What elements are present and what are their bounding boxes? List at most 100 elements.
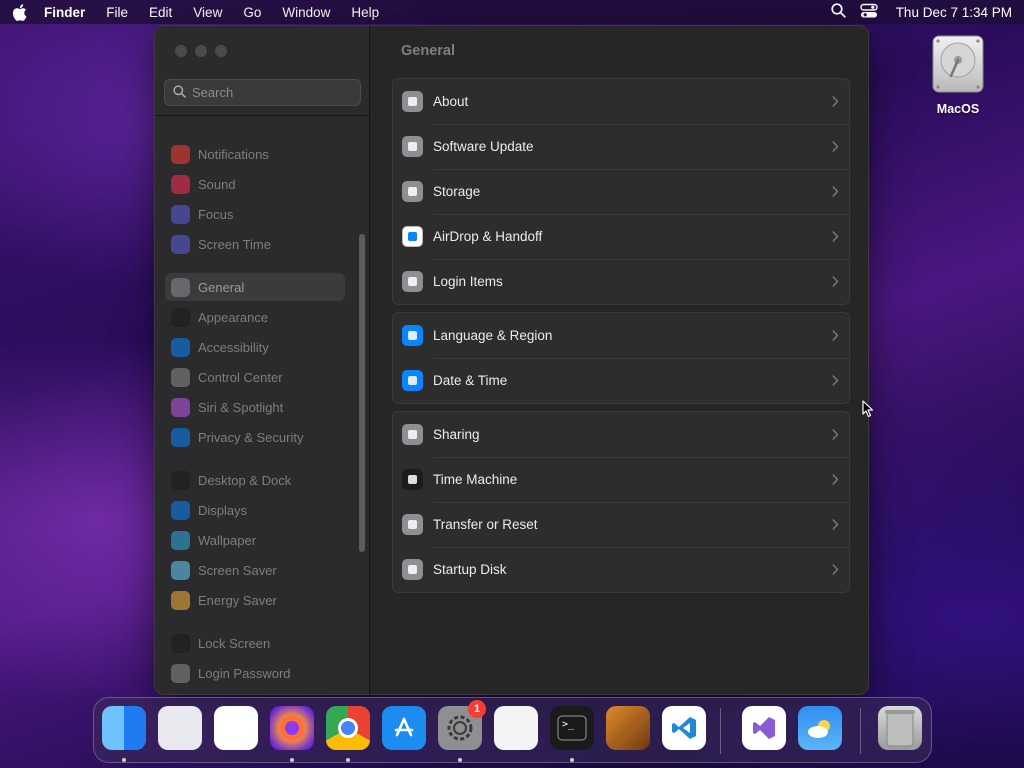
menu-file[interactable]: File	[106, 5, 128, 20]
sidebar-item-label: Siri & Spotlight	[198, 399, 284, 415]
sidebar-search-field[interactable]: Search	[164, 79, 361, 106]
lock-icon	[171, 633, 190, 653]
dock-separator	[720, 708, 721, 754]
chevron-right-icon	[832, 140, 839, 155]
notification-badge: 1	[468, 700, 486, 718]
system-settings-icon[interactable]: 1	[438, 700, 486, 750]
sidebar-item-lock-screen[interactable]: Lock Screen	[165, 629, 345, 657]
sharing-icon	[402, 424, 423, 445]
chevron-right-icon	[832, 374, 839, 389]
apple-menu-icon[interactable]	[12, 3, 30, 21]
sidebar-item-privacy-and-security[interactable]: Privacy & Security	[165, 423, 345, 451]
sidebar-item-sound[interactable]: Sound	[165, 170, 345, 198]
settings-row-language-and-region[interactable]: Language & Region	[393, 313, 849, 358]
menu-view[interactable]: View	[193, 5, 222, 20]
launchpad-icon[interactable]	[158, 706, 202, 750]
settings-row-transfer-or-reset[interactable]: Transfer or Reset	[393, 502, 849, 547]
desktop-disk-label: MacOS	[936, 102, 980, 116]
sidebar-item-login-password[interactable]: Login Password	[165, 659, 345, 687]
sidebar-item-notifications[interactable]: Notifications	[165, 140, 345, 168]
settings-row-sharing[interactable]: Sharing	[393, 412, 849, 457]
sidebar-item-label: Accessibility	[198, 339, 269, 355]
menu-edit[interactable]: Edit	[149, 5, 172, 20]
sidebar-item-screen-saver[interactable]: Screen Saver	[165, 556, 345, 584]
sidebar-item-energy-saver[interactable]: Energy Saver	[165, 586, 345, 614]
lightbulb-icon	[171, 590, 190, 610]
startup-disk-icon-glyph	[408, 565, 417, 574]
desktop-disk[interactable]: MacOS	[926, 34, 990, 116]
settings-group: About Software Update Storage AirDrop & Han…	[392, 78, 850, 305]
running-indicator	[570, 758, 574, 762]
control-center-icon	[171, 367, 190, 387]
menubar-clock[interactable]: Thu Dec 7 1:34 PM	[896, 5, 1012, 20]
sidebar-item-label: Screen Time	[198, 236, 271, 252]
sidebar-item-desktop-and-dock[interactable]: Desktop & Dock	[165, 466, 345, 494]
spotlight-search-icon[interactable]	[831, 3, 846, 21]
chrome-icon[interactable]	[326, 706, 370, 750]
settings-row-software-update[interactable]: Software Update	[393, 124, 849, 169]
sidebar-item-siri-and-spotlight[interactable]: Siri & Spotlight	[165, 393, 345, 421]
sidebar-item-displays[interactable]: Displays	[165, 496, 345, 524]
sidebar-item-label: Control Center	[198, 369, 283, 385]
settings-row-label: Sharing	[433, 427, 480, 442]
sidebar-item-focus[interactable]: Focus	[165, 200, 345, 228]
sidebar-item-accessibility[interactable]: Accessibility	[165, 333, 345, 361]
system-settings-window: Search Notifications Sound Focus Screen Tim…	[154, 25, 869, 695]
sidebar-item-screen-time[interactable]: Screen Time	[165, 230, 345, 258]
settings-row-startup-disk[interactable]: Startup Disk	[393, 547, 849, 592]
gear-badge-icon-glyph	[408, 142, 417, 151]
menu-go[interactable]: Go	[243, 5, 261, 20]
finder-icon[interactable]	[102, 706, 146, 750]
startup-disk-icon	[402, 559, 423, 580]
globe-icon-glyph	[408, 331, 417, 340]
sidebar-item-label: General	[198, 279, 245, 295]
app-store-icon[interactable]	[382, 706, 426, 750]
minimize-window-button[interactable]	[195, 45, 207, 57]
screensaver-icon	[171, 560, 190, 580]
settings-row-airdrop-and-handoff[interactable]: AirDrop & Handoff	[393, 214, 849, 259]
reset-icon	[402, 514, 423, 535]
sidebar-item-wallpaper[interactable]: Wallpaper	[165, 526, 345, 554]
password-icon	[171, 663, 190, 683]
appearance-icon	[171, 307, 190, 327]
dock-icon	[171, 470, 190, 490]
menu-help[interactable]: Help	[351, 5, 379, 20]
menu-app-name[interactable]: Finder	[44, 5, 85, 20]
settings-row-about[interactable]: About	[393, 79, 849, 124]
sidebar-item-label: Notifications	[198, 146, 269, 162]
siri-icon	[171, 397, 190, 417]
settings-row-label: About	[433, 94, 469, 109]
settings-row-storage[interactable]: Storage	[393, 169, 849, 214]
textedit-icon[interactable]	[494, 706, 538, 750]
sidebar-item-label: Lock Screen	[198, 635, 271, 651]
calendar-clock-icon-glyph	[408, 376, 417, 385]
firefox-icon[interactable]	[270, 706, 314, 750]
sidebar-item-label: Privacy & Security	[198, 429, 304, 445]
vscode-icon[interactable]	[662, 706, 706, 750]
running-indicator	[290, 758, 294, 762]
visual-studio-icon[interactable]	[742, 706, 786, 750]
sidebar-scrollbar[interactable]	[359, 234, 365, 552]
sidebar-item-general[interactable]: General	[165, 273, 345, 301]
airdrop-icon-glyph	[408, 232, 417, 241]
running-indicator	[458, 758, 462, 762]
zoom-window-button[interactable]	[215, 45, 227, 57]
settings-row-label: Transfer or Reset	[433, 517, 538, 532]
weather-icon[interactable]	[798, 706, 842, 750]
settings-row-time-machine[interactable]: Time Machine	[393, 457, 849, 502]
sidebar-item-appearance[interactable]: Appearance	[165, 303, 345, 331]
settings-row-label: Login Items	[433, 274, 503, 289]
close-window-button[interactable]	[175, 45, 187, 57]
menu-window[interactable]: Window	[282, 5, 330, 20]
terminal-icon[interactable]: >_	[550, 706, 594, 750]
control-center-icon[interactable]	[859, 3, 878, 22]
settings-row-date-and-time[interactable]: Date & Time	[393, 358, 849, 403]
garageband-icon[interactable]	[606, 706, 650, 750]
trash-icon[interactable]	[878, 706, 922, 750]
settings-main-pane: General About Software Update Storage AirDr…	[371, 26, 868, 694]
safari-icon[interactable]	[214, 706, 258, 750]
settings-row-login-items[interactable]: Login Items	[393, 259, 849, 304]
sidebar-item-control-center[interactable]: Control Center	[165, 363, 345, 391]
chevron-right-icon	[832, 275, 839, 290]
sidebar-divider	[155, 115, 370, 116]
